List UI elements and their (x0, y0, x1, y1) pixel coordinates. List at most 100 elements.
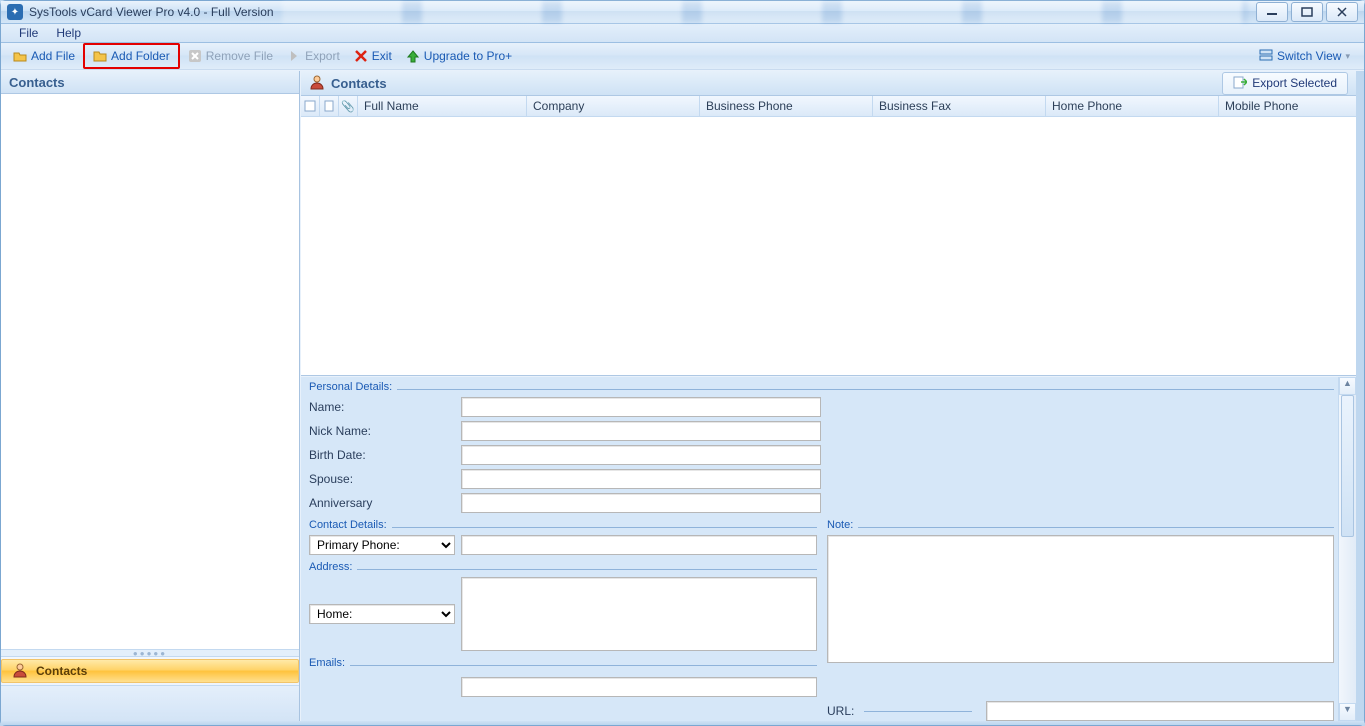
input-anniversary[interactable] (461, 493, 821, 513)
exit-button[interactable]: Exit (348, 45, 398, 67)
window-control-group (1256, 2, 1358, 22)
nav-contacts[interactable]: Contacts (1, 659, 299, 683)
col-business-fax[interactable]: Business Fax (873, 96, 1046, 116)
legend-note: Note: (827, 519, 858, 531)
input-name[interactable] (461, 397, 821, 417)
menu-file[interactable]: File (11, 24, 46, 42)
upgrade-label: Upgrade to Pro+ (424, 49, 512, 63)
label-name: Name: (309, 400, 455, 414)
col-item-icon[interactable] (320, 96, 339, 116)
textarea-note[interactable] (827, 535, 1334, 663)
input-email[interactable] (461, 677, 817, 697)
upgrade-button[interactable]: Upgrade to Pro+ (400, 45, 518, 67)
col-full-name[interactable]: Full Name (358, 96, 527, 116)
menu-help[interactable]: Help (48, 24, 89, 42)
add-folder-button[interactable]: Add Folder (87, 45, 176, 67)
group-url: URL: (827, 701, 1334, 721)
window-title: SysTools vCard Viewer Pro v4.0 - Full Ve… (29, 5, 274, 19)
checkbox-icon (304, 100, 316, 112)
export-button[interactable]: Export (281, 45, 346, 67)
upgrade-arrow-icon (406, 49, 420, 63)
select-primary-phone[interactable]: Primary Phone: (309, 535, 455, 555)
add-file-button[interactable]: Add File (7, 45, 81, 67)
export-selected-label: Export Selected (1252, 76, 1337, 90)
switch-view-label: Switch View (1277, 49, 1341, 63)
label-birth-date: Birth Date: (309, 448, 455, 462)
legend-address: Address: (309, 561, 357, 573)
grid-body[interactable] (301, 117, 1356, 376)
maximize-button[interactable] (1291, 2, 1323, 22)
scroll-down-icon[interactable]: ▼ (1339, 703, 1356, 721)
folder-tree[interactable] (1, 94, 299, 649)
right-pane: Contacts Export Selected 📎 (300, 71, 1364, 721)
input-birth-date[interactable] (461, 445, 821, 465)
add-file-label: Add File (31, 49, 75, 63)
input-url[interactable] (986, 701, 1334, 721)
input-spouse[interactable] (461, 469, 821, 489)
app-window: ✦ SysTools vCard Viewer Pro v4.0 - Full … (0, 0, 1365, 726)
left-pane-header: Contacts (1, 71, 299, 94)
details-inner: Personal Details: Name: Nick Name: (301, 377, 1338, 721)
folder-open-icon (13, 49, 27, 63)
app-icon: ✦ (7, 4, 23, 20)
select-address-type[interactable]: Home: (309, 604, 455, 624)
export-arrow-icon (287, 49, 301, 63)
remove-file-label: Remove File (206, 49, 273, 63)
paperclip-icon: 📎 (341, 100, 355, 113)
group-emails: Emails: (309, 661, 817, 701)
input-primary-phone[interactable] (461, 535, 817, 555)
toolbar: Add File Add Folder Remove File Export (1, 43, 1364, 70)
col-attachment[interactable]: 📎 (339, 96, 358, 116)
textarea-address[interactable] (461, 577, 817, 651)
remove-file-button[interactable]: Remove File (182, 45, 279, 67)
right-pane-title: Contacts (331, 76, 387, 91)
page-icon (323, 100, 335, 112)
details-panel: Personal Details: Name: Nick Name: (301, 376, 1356, 721)
label-nick-name: Nick Name: (309, 424, 455, 438)
close-button[interactable] (1326, 2, 1358, 22)
maximize-icon (1301, 7, 1313, 17)
input-nick-name[interactable] (461, 421, 821, 441)
menubar: File Help (1, 24, 1364, 43)
add-folder-highlight: Add Folder (83, 43, 180, 69)
left-pane: Contacts ●●●●● Contacts (1, 71, 300, 721)
export-selected-button[interactable]: Export Selected (1222, 72, 1348, 95)
col-home-phone[interactable]: Home Phone (1046, 96, 1219, 116)
url-line (864, 711, 972, 712)
switch-view-icon (1259, 48, 1273, 65)
chevron-down-icon: ▾ (1345, 51, 1350, 62)
scroll-up-icon[interactable]: ▲ (1339, 377, 1356, 395)
details-scrollbar[interactable]: ▲ ▼ (1338, 377, 1356, 721)
grid-columns: 📎 Full Name Company Business Phone Busin… (301, 96, 1356, 117)
close-icon (1336, 7, 1348, 17)
label-anniversary: Anniversary (309, 496, 455, 510)
col-company[interactable]: Company (527, 96, 700, 116)
nav-contacts-label: Contacts (36, 664, 87, 678)
remove-icon (188, 49, 202, 63)
left-splitter[interactable]: ●●●●● (1, 649, 299, 657)
add-folder-label: Add Folder (111, 49, 170, 63)
folder-icon (93, 49, 107, 63)
contacts-header-icon (309, 74, 325, 93)
col-mobile-phone[interactable]: Mobile Phone (1219, 96, 1356, 116)
group-contact: Contact Details: Primary Phone: (309, 523, 817, 559)
col-business-phone[interactable]: Business Phone (700, 96, 873, 116)
legend-personal: Personal Details: (309, 381, 397, 393)
exit-icon (354, 49, 368, 63)
legend-emails: Emails: (309, 657, 350, 669)
legend-contact: Contact Details: (309, 519, 392, 531)
export-label: Export (305, 49, 340, 63)
scroll-thumb[interactable] (1341, 395, 1354, 537)
background-tabs-blur (282, 1, 1248, 23)
switch-view-button[interactable]: Switch View ▾ (1251, 47, 1358, 66)
group-address: Address: Home: (309, 565, 817, 655)
minimize-icon (1266, 8, 1278, 16)
col-checkbox[interactable] (301, 96, 320, 116)
client-area: Contacts ●●●●● Contacts Contacts (1, 70, 1364, 721)
group-note: Note: (827, 523, 1334, 695)
minimize-button[interactable] (1256, 2, 1288, 22)
exit-label: Exit (372, 49, 392, 63)
left-nav: Contacts (1, 657, 299, 721)
person-icon (12, 662, 28, 681)
bottom-border (1, 721, 1364, 725)
